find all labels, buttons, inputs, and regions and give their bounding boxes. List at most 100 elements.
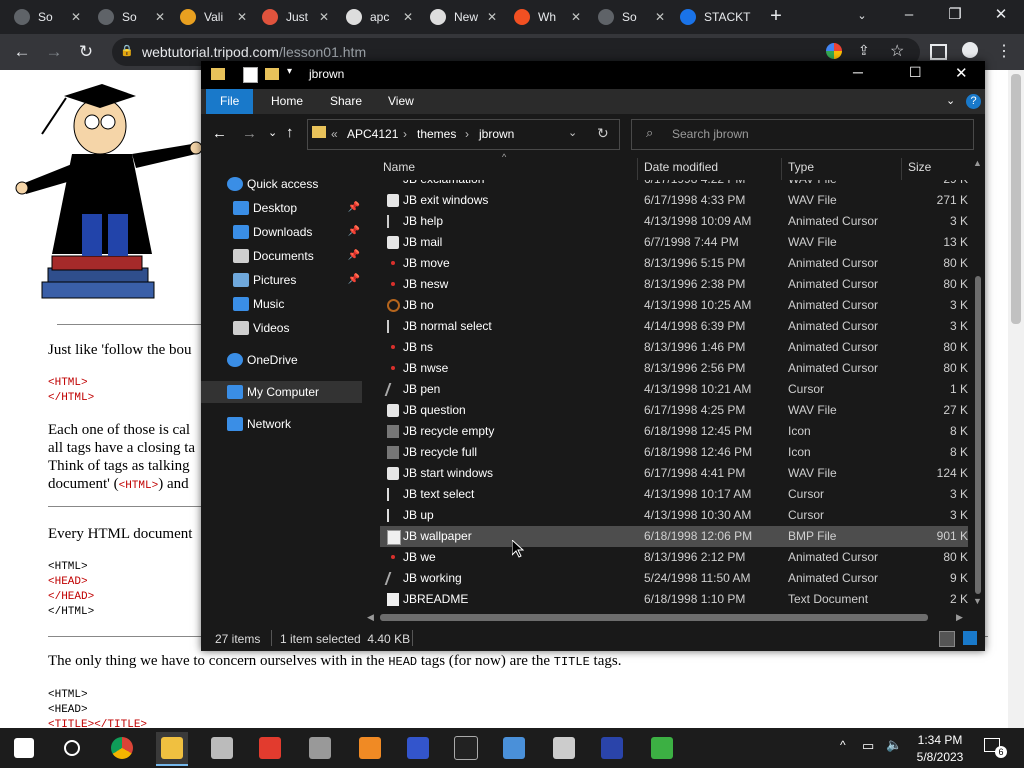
app-icon-6[interactable] [596, 732, 628, 764]
bookmark-star-icon[interactable]: ☆ [890, 41, 904, 61]
nav-item-downloads[interactable]: Downloads 📌 [201, 221, 362, 243]
properties-icon[interactable] [243, 67, 258, 83]
browser-tab[interactable]: So ✕ [92, 0, 174, 34]
column-header-size[interactable]: Size [908, 160, 931, 174]
url-text[interactable]: webtutorial.tripod.com/lesson01.htm [142, 44, 366, 60]
file-row[interactable]: JB recycle full 6/18/1998 12:46 PM Icon 8 K [380, 442, 968, 463]
help-icon[interactable]: ? [966, 94, 981, 109]
file-row[interactable]: JB nwse 8/13/1996 2:56 PM Animated Cursor 8… [380, 358, 968, 379]
close-tab-icon[interactable]: ✕ [568, 9, 584, 25]
explorer-close-button[interactable]: ✕ [955, 64, 968, 82]
file-row[interactable]: JB we 8/13/1996 2:12 PM Animated Cursor 80 … [380, 547, 968, 568]
photo-icon[interactable] [498, 732, 530, 764]
show-hidden-icons-chevron-icon[interactable]: ^ [840, 738, 846, 752]
ribbon-tab-file[interactable]: File [206, 89, 254, 114]
browser-tab[interactable]: New ✕ [424, 0, 506, 34]
clock-date[interactable]: 5/8/2023 [912, 750, 968, 764]
close-window-button[interactable]: ✕ [978, 0, 1024, 34]
nav-item-onedrive[interactable]: OneDrive [201, 349, 362, 371]
scroll-left-arrow-icon[interactable]: ◀ [367, 612, 374, 623]
page-scrollbar-thumb[interactable] [1011, 74, 1021, 324]
column-separator[interactable] [901, 158, 902, 180]
breadcrumb-apc4121[interactable]: APC4121 [347, 127, 398, 141]
file-row[interactable]: JB move 8/13/1996 5:15 PM Animated Cursor 8… [380, 253, 968, 274]
browser-tab[interactable]: apc ✕ [340, 0, 422, 34]
lock-icon[interactable]: 🔒 [120, 44, 134, 58]
menu-icon[interactable]: ⋮ [996, 41, 1012, 61]
large-icons-view-icon[interactable] [963, 631, 977, 645]
recycle-icon[interactable] [646, 732, 678, 764]
clock-time[interactable]: 1:34 PM [912, 733, 968, 747]
forward-button[interactable]: → [42, 40, 66, 64]
scroll-down-arrow-icon[interactable]: ▼ [973, 596, 982, 606]
nav-item-videos[interactable]: Videos [201, 317, 362, 339]
recent-locations-chevron-icon[interactable]: ⌄ [268, 126, 277, 139]
side-panel-icon[interactable] [930, 44, 947, 60]
restore-button[interactable]: ❐ [932, 0, 978, 34]
ribbon-tab-home[interactable]: Home [257, 89, 317, 114]
scroll-up-arrow-icon[interactable]: ▲ [973, 158, 982, 168]
nav-item-pictures[interactable]: Pictures 📌 [201, 269, 362, 291]
explorer-maximize-button[interactable]: ☐ [909, 64, 922, 81]
file-row[interactable]: JB exit windows 6/17/1998 4:33 PM WAV File… [380, 190, 968, 211]
file-row[interactable]: JB up 4/13/1998 10:30 AM Cursor 3 K [380, 505, 968, 526]
new-folder-icon[interactable] [265, 68, 279, 80]
details-view-icon[interactable] [939, 631, 955, 647]
tab-search-chevron-icon[interactable]: ⌄ [850, 6, 874, 26]
terminal-icon[interactable] [450, 732, 482, 764]
file-row[interactable]: JB working 5/24/1998 11:50 AM Animated Cur… [380, 568, 968, 589]
close-tab-icon[interactable]: ✕ [68, 9, 84, 25]
app-icon-3[interactable] [304, 732, 336, 764]
ribbon-tab-share[interactable]: Share [316, 89, 376, 114]
file-row[interactable]: JB question 6/17/1998 4:25 PM WAV File 27 K [380, 400, 968, 421]
breadcrumb-themes[interactable]: themes [417, 127, 456, 141]
quick-access-dropdown-icon[interactable]: ▾ [287, 66, 292, 77]
search-icon[interactable] [56, 732, 88, 764]
nav-item-music[interactable]: Music [201, 293, 362, 315]
file-row[interactable]: JB text select 4/13/1998 10:17 AM Cursor 3 … [380, 484, 968, 505]
ribbon-expand-chevron-icon[interactable]: ⌄ [946, 94, 955, 107]
google-lens-icon[interactable] [826, 43, 842, 59]
nav-item-network[interactable]: Network [201, 413, 362, 435]
file-row[interactable]: JBREADME 6/18/1998 1:10 PM Text Document 2 … [380, 589, 968, 610]
chrome-icon[interactable] [106, 732, 138, 764]
browser-tab[interactable]: So ✕ [8, 0, 90, 34]
close-tab-icon[interactable]: ✕ [316, 9, 332, 25]
file-row[interactable]: JB ns 8/13/1996 1:46 PM Animated Cursor 80 … [380, 337, 968, 358]
breadcrumb-jbrown[interactable]: jbrown [479, 127, 514, 141]
file-row[interactable]: JB nesw 8/13/1996 2:38 PM Animated Cursor 8… [380, 274, 968, 295]
app-icon-2[interactable] [254, 732, 286, 764]
windows-start-icon[interactable] [8, 732, 40, 764]
file-row[interactable]: JB mail 6/7/1998 7:44 PM WAV File 13 K [380, 232, 968, 253]
browser-tab[interactable]: Just ✕ [256, 0, 338, 34]
file-row[interactable]: JB normal select 4/14/1998 6:39 PM Animate… [380, 316, 968, 337]
reload-button[interactable]: ↻ [74, 40, 98, 64]
file-explorer-icon[interactable] [156, 732, 188, 766]
minimize-button[interactable]: – [886, 0, 932, 34]
column-separator[interactable] [637, 158, 638, 180]
profile-avatar[interactable] [962, 42, 978, 58]
file-row[interactable]: JB no 4/13/1998 10:25 AM Animated Cursor 3 … [380, 295, 968, 316]
nav-item-documents[interactable]: Documents 📌 [201, 245, 362, 267]
ftp-icon[interactable] [402, 732, 434, 764]
vertical-scrollbar-thumb[interactable] [975, 276, 981, 594]
column-header-date-modified[interactable]: Date modified [644, 160, 718, 174]
volume-icon[interactable]: 🔈 [886, 737, 902, 753]
app-icon-4[interactable] [354, 732, 386, 764]
refresh-icon[interactable]: ↻ [597, 125, 609, 142]
close-tab-icon[interactable]: ✕ [484, 9, 500, 25]
share-icon[interactable]: ⇪ [858, 42, 870, 59]
ribbon-tab-view[interactable]: View [374, 89, 428, 114]
app-icon-5[interactable] [548, 732, 580, 764]
nav-item-desktop[interactable]: Desktop 📌 [201, 197, 362, 219]
close-tab-icon[interactable]: ✕ [234, 9, 250, 25]
nav-item-quick-access[interactable]: Quick access [201, 173, 362, 195]
file-row[interactable]: JB start windows 6/17/1998 4:41 PM WAV Fil… [380, 463, 968, 484]
nav-item-my-computer[interactable]: My Computer [201, 381, 362, 403]
scroll-right-arrow-icon[interactable]: ▶ [956, 612, 963, 623]
file-row[interactable]: JB pen 4/13/1998 10:21 AM Cursor 1 K [380, 379, 968, 400]
new-tab-button[interactable]: + [764, 5, 788, 29]
explorer-minimize-button[interactable]: ─ [853, 64, 863, 80]
close-tab-icon[interactable]: ✕ [400, 9, 416, 25]
file-row[interactable]: JB wallpaper 6/18/1998 12:06 PM BMP File 90… [380, 526, 968, 547]
